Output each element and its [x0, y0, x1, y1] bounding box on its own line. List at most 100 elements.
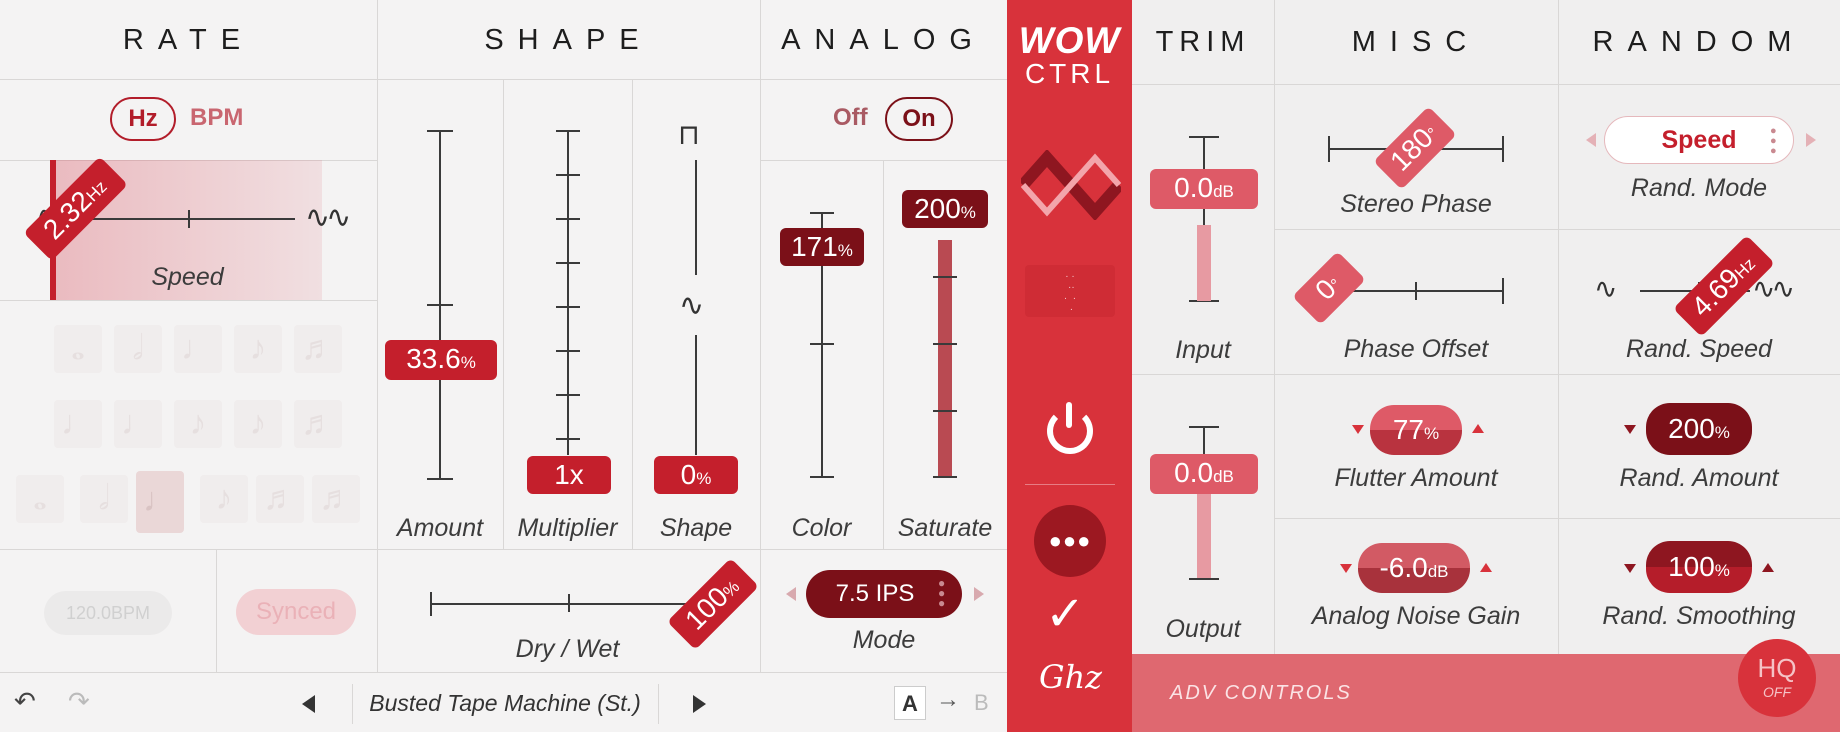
analog-on-toggle[interactable]: On [885, 97, 953, 141]
note-cell[interactable]: 𝅗𝅥 [114, 325, 162, 373]
note-cell[interactable]: ♬ [312, 475, 360, 523]
rand-amount-label: Rand. Amount [1619, 464, 1779, 492]
shape-label: Shape [659, 514, 733, 542]
note-cell[interactable]: ♬ [294, 400, 342, 448]
check-icon[interactable]: ✓ [1045, 586, 1085, 642]
note-cell[interactable]: ♩ [114, 400, 162, 448]
left-panel: RATE SHAPE ANALOG Hz BPM ∿ ∿∿ 2.32Hz Spe… [0, 0, 1007, 732]
input-value-badge[interactable]: 0.0dB [1150, 169, 1258, 209]
ab-b-button[interactable]: B [974, 690, 989, 716]
saturate-value-badge[interactable]: 200% [902, 190, 988, 228]
adv-controls-label[interactable]: ADV CONTROLS [1170, 682, 1352, 705]
sine-icon-fast: ∿∿ [305, 201, 351, 234]
note-cell[interactable]: ♪ [234, 325, 282, 373]
more-options-button[interactable]: ●●● [1034, 505, 1106, 577]
note-cell[interactable]: ♩ [174, 325, 222, 373]
phase-offset-label: Phase Offset [1343, 335, 1489, 363]
note-cell[interactable]: ♬ [256, 475, 304, 523]
preset-name[interactable]: Busted Tape Machine (St.) [352, 690, 658, 717]
note-cell[interactable]: 𝅝 [54, 325, 102, 373]
logo-ctrl: CTRL [1024, 58, 1115, 89]
ghz-logo: Ghz [1039, 658, 1103, 696]
shape-section-title: SHAPE [484, 24, 653, 56]
flutter-label: Flutter Amount [1334, 464, 1498, 492]
redo-icon[interactable]: ↷ [68, 686, 90, 717]
wave-shape-icon[interactable] [1021, 150, 1121, 220]
logo-wow: WOW [1018, 20, 1121, 61]
shape-value-badge[interactable]: 0% [654, 456, 738, 494]
mode-menu-dots: ● ● ● [938, 576, 946, 610]
analog-section-title: ANALOG [781, 24, 986, 56]
bpm-toggle[interactable]: BPM [190, 104, 243, 132]
rand-mode-menu-dots: ● ● ● [1770, 125, 1777, 157]
note-cell[interactable]: ♬ [294, 325, 342, 373]
rand-smoothing-decrease[interactable] [1624, 564, 1636, 573]
note-cell[interactable]: ♪ [174, 400, 222, 448]
rand-smoothing-label: Rand. Smoothing [1602, 602, 1796, 630]
color-label: Color [791, 514, 852, 542]
note-cell-selected[interactable]: ♩ [136, 471, 184, 533]
center-strip: WOW CTRL · · ·· · · · ●●● ✓ Ghz [1007, 0, 1132, 732]
random-dots-icon[interactable]: · · ·· · · · [1025, 265, 1115, 317]
bpm-readout[interactable]: 120.0BPM [44, 591, 172, 635]
right-panel: TRIM MISC RANDOM 0.0dB Input 0.0dB Outpu… [1132, 0, 1840, 732]
output-value-badge[interactable]: 0.0dB [1150, 454, 1258, 494]
rand-mode-prev[interactable] [1586, 133, 1596, 147]
input-label: Input [1175, 336, 1231, 364]
stereo-phase-label: Stereo Phase [1340, 190, 1492, 218]
speed-label: Speed [151, 263, 224, 291]
rand-smoothing-pill[interactable]: 100% [1646, 541, 1752, 593]
note-cell[interactable]: 𝅝 [16, 475, 64, 523]
hq-state: OFF [1763, 684, 1791, 700]
analog-off-toggle[interactable]: Off [833, 104, 868, 132]
random-section-title: RANDOM [1592, 26, 1806, 58]
synced-button[interactable]: Synced [236, 589, 356, 635]
hz-toggle[interactable]: Hz [110, 97, 176, 141]
note-cell[interactable]: ♩ [54, 400, 102, 448]
saturate-label: Saturate [897, 514, 993, 542]
mode-prev-arrow[interactable] [786, 587, 796, 601]
trim-section-title: TRIM [1155, 26, 1251, 58]
mode-label: Mode [852, 626, 916, 654]
preset-next-arrow[interactable] [693, 695, 706, 713]
rand-mode-next[interactable] [1806, 133, 1816, 147]
phase-offset-badge[interactable]: 0° [1292, 251, 1366, 325]
hq-label: HQ [1757, 653, 1797, 683]
flutter-decrease[interactable] [1352, 425, 1364, 434]
note-cell[interactable]: ♪ [200, 475, 248, 523]
output-meter [1197, 490, 1211, 578]
input-meter [1197, 225, 1211, 301]
flutter-value-pill[interactable]: 77% [1370, 405, 1462, 455]
noise-decrease[interactable] [1340, 564, 1352, 573]
flutter-increase[interactable] [1472, 424, 1484, 433]
noise-value-pill[interactable]: -6.0dB [1358, 543, 1470, 593]
sine-wave-icon: ∿ [679, 289, 705, 322]
rand-smoothing-increase[interactable] [1762, 563, 1774, 572]
amount-label: Amount [396, 514, 484, 542]
ab-arrow-icon[interactable]: → [936, 686, 960, 714]
rand-sine-slow-icon: ∿ [1594, 273, 1618, 304]
noise-increase[interactable] [1480, 563, 1492, 572]
rand-speed-label: Rand. Speed [1626, 335, 1772, 363]
rand-mode-label: Rand. Mode [1630, 174, 1768, 202]
rand-amount-pill[interactable]: 200% [1646, 403, 1752, 455]
output-label: Output [1165, 615, 1241, 643]
multiplier-value-badge[interactable]: 1x [527, 456, 611, 494]
preset-prev-arrow[interactable] [302, 695, 315, 713]
square-wave-icon: ⊓ [678, 119, 700, 150]
mode-next-arrow[interactable] [974, 587, 984, 601]
rand-amount-decrease[interactable] [1624, 425, 1636, 434]
rate-section-title: RATE [122, 24, 255, 56]
misc-section-title: MISC [1351, 26, 1481, 58]
amount-value-badge[interactable]: 33.6% [385, 340, 497, 380]
noise-label: Analog Noise Gain [1311, 602, 1521, 630]
color-value-badge[interactable]: 171% [780, 228, 864, 266]
undo-icon[interactable]: ↶ [14, 686, 36, 717]
note-cell[interactable]: ♪ [234, 400, 282, 448]
drywet-label: Dry / Wet [515, 635, 620, 663]
hq-button[interactable]: HQ OFF [1738, 639, 1816, 717]
multiplier-label: Multiplier [517, 514, 618, 542]
rand-mode-selector[interactable]: Speed [1604, 116, 1794, 164]
ab-a-button[interactable]: A [894, 686, 926, 720]
note-cell[interactable]: 𝅗𝅥 [80, 475, 128, 523]
